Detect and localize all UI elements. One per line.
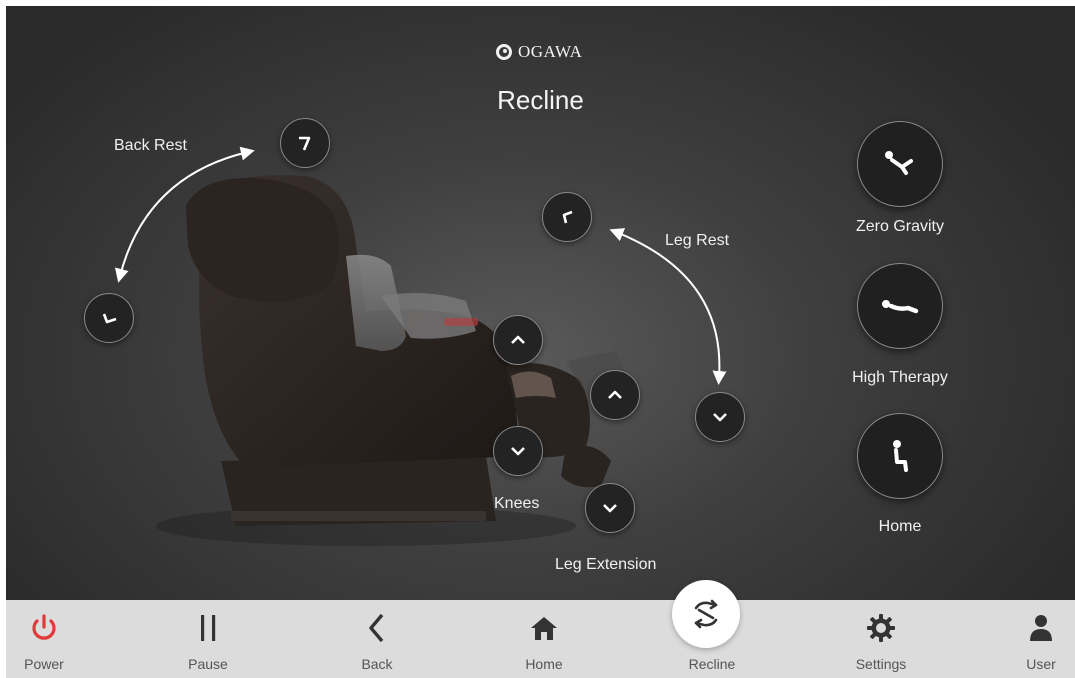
home-position-button[interactable] — [857, 413, 943, 499]
ogawa-logo-mark-icon — [496, 44, 512, 60]
recline-icon — [694, 599, 718, 629]
leg-extension-down-button[interactable] — [585, 483, 635, 533]
zero-gravity-label: Zero Gravity — [855, 218, 944, 235]
nav-home[interactable]: Home — [499, 600, 589, 678]
nav-pause-label: Pause — [188, 656, 228, 672]
pause-icon — [201, 615, 216, 641]
back-rest-label: Back Rest — [114, 137, 187, 154]
back-rest-up-button[interactable] — [280, 118, 330, 168]
nav-recline-label: Recline — [688, 656, 736, 672]
back-rest-up-icon — [299, 136, 311, 151]
back-rest-down-button[interactable] — [84, 293, 134, 343]
knees-down-button[interactable] — [493, 426, 543, 476]
nav-home-label: Home — [525, 656, 563, 672]
chevron-up-icon — [511, 335, 525, 344]
nav-pause[interactable]: Pause — [163, 600, 253, 678]
nav-user[interactable]: User — [996, 600, 1075, 678]
chevron-up-icon — [608, 390, 622, 399]
nav-back-label: Back — [361, 656, 393, 672]
leg-extension-up-button[interactable] — [590, 370, 640, 420]
nav-settings-label: Settings — [855, 656, 907, 672]
knees-up-button[interactable] — [493, 315, 543, 365]
logo-text: OGAWA — [518, 42, 583, 61]
leg-rest-up-button[interactable] — [542, 192, 592, 242]
high-therapy-label: High Therapy — [852, 369, 948, 386]
leg-rest-up-icon — [562, 210, 573, 224]
zero-gravity-button[interactable] — [857, 121, 943, 207]
chevron-down-icon — [713, 413, 727, 422]
ogawa-logo: OGAWA — [496, 42, 582, 62]
chevron-down-icon — [511, 447, 525, 456]
leg-rest-label: Leg Rest — [665, 232, 730, 249]
nav-power[interactable]: Power — [0, 600, 89, 678]
nav-user-label: User — [1026, 656, 1056, 672]
leg-rest-down-button[interactable] — [695, 392, 745, 442]
high-therapy-button[interactable] — [857, 263, 943, 349]
back-chevron-icon — [369, 613, 384, 643]
nav-recline-active-button[interactable] — [672, 580, 740, 648]
home-position-label: Home — [878, 518, 922, 535]
zero-gravity-icon — [885, 151, 913, 175]
nav-back[interactable]: Back — [332, 600, 422, 678]
home-icon — [531, 617, 557, 640]
page-title: Recline — [497, 85, 584, 115]
upright-home-icon — [893, 440, 908, 472]
back-rest-down-icon — [102, 313, 117, 324]
nav-settings[interactable]: Settings — [836, 600, 926, 678]
user-icon — [1030, 615, 1052, 641]
bottom-navbar: Power Pause Back Home Recline Settings U… — [6, 600, 1075, 678]
nav-power-label: Power — [24, 656, 64, 672]
gear-icon — [867, 614, 895, 642]
high-therapy-icon — [882, 300, 919, 314]
chevron-down-icon — [603, 504, 617, 513]
knees-label: Knees — [494, 495, 540, 512]
recline-screen: OGAWA Recline Back Rest Leg Rest Knees L… — [6, 6, 1075, 678]
leg-extension-label: Leg Extension — [555, 556, 657, 573]
power-icon — [32, 614, 56, 640]
